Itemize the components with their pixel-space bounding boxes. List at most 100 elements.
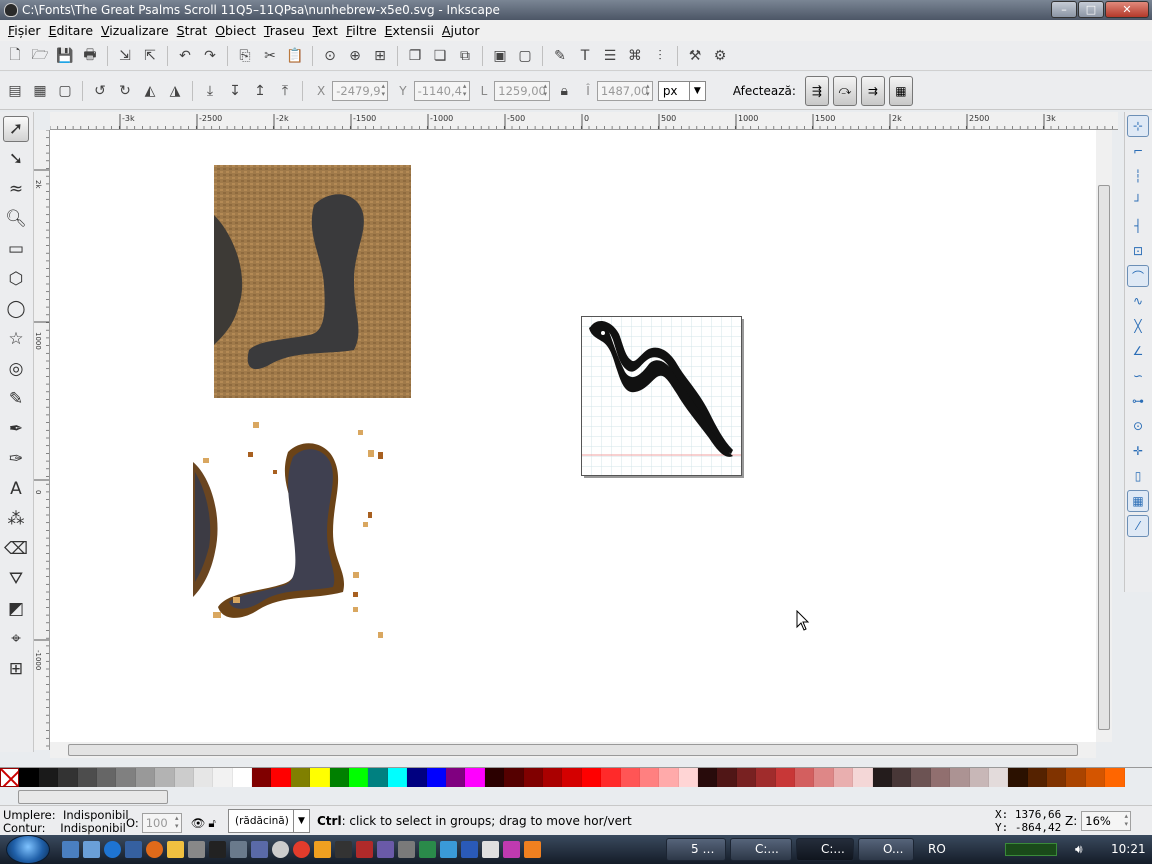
- open-icon[interactable]: 🗁: [29, 45, 51, 67]
- raise-icon[interactable]: ↥: [249, 80, 271, 102]
- gradient-tool-icon[interactable]: ◩: [3, 596, 29, 622]
- folder-icon[interactable]: [167, 841, 184, 858]
- group-icon[interactable]: ▣: [489, 45, 511, 67]
- paste-icon[interactable]: 📋: [284, 45, 306, 67]
- color-swatch[interactable]: [833, 768, 854, 787]
- spiral-tool-icon[interactable]: ◎: [3, 356, 29, 382]
- zoom-selection-icon[interactable]: ⊙: [319, 45, 341, 67]
- flip-horizontal-icon[interactable]: ◭: [139, 80, 161, 102]
- color-swatch[interactable]: [135, 768, 156, 787]
- color-swatch[interactable]: [349, 768, 369, 787]
- height-input[interactable]: 1487,00: [596, 80, 653, 101]
- snap-bbox-edge-icon[interactable]: ┆: [1127, 165, 1149, 187]
- affect-gradients-button[interactable]: ⇉: [860, 75, 885, 106]
- color-swatch[interactable]: [465, 768, 485, 787]
- horizontal-ruler[interactable]: -3k -2500 -2k -1500 -1000 -500 0 500 1000 1500 2k 2…: [50, 112, 1118, 130]
- color-swatch[interactable]: [271, 768, 291, 787]
- menu-item[interactable]: Obiect: [211, 20, 260, 41]
- duplicate-icon[interactable]: ❐: [404, 45, 426, 67]
- color-swatch[interactable]: [911, 768, 931, 787]
- color-swatch[interactable]: [717, 768, 737, 787]
- zoom-input[interactable]: 16%: [1081, 811, 1132, 831]
- redo-icon[interactable]: ↷: [199, 45, 221, 67]
- printer-icon[interactable]: [398, 841, 415, 858]
- spray-tool-icon[interactable]: ⁂: [3, 506, 29, 532]
- new-icon[interactable]: 🗋: [4, 45, 26, 67]
- volume-icon[interactable]: 🔊︎: [1075, 835, 1083, 864]
- color-swatch[interactable]: [1008, 768, 1028, 787]
- maximize-button[interactable]: □: [1078, 1, 1104, 18]
- cpu-meter-icon[interactable]: [1005, 843, 1057, 856]
- color-swatch[interactable]: [77, 768, 97, 787]
- layer-lock-icon[interactable]: 🔓︎: [208, 816, 215, 831]
- color-swatch[interactable]: [1066, 768, 1086, 787]
- color-swatch[interactable]: [426, 768, 446, 787]
- inkscape-quicklaunch-icon[interactable]: [335, 841, 352, 858]
- snap-cusp-icon[interactable]: ∠: [1127, 340, 1149, 362]
- layers-icon[interactable]: ☰: [599, 45, 621, 67]
- raise-to-top-icon[interactable]: ⤒: [274, 80, 296, 102]
- color-swatch[interactable]: [523, 768, 543, 787]
- window-titlebar[interactable]: C:\Fonts\The Great Psalms Scroll 11Q5–11…: [0, 0, 1152, 20]
- export-icon[interactable]: ⇱: [139, 45, 161, 67]
- align-icon[interactable]: ⫶: [649, 45, 671, 67]
- color-swatch[interactable]: [950, 768, 970, 787]
- select-all-icon[interactable]: ▤: [4, 80, 26, 102]
- snap-paths-icon[interactable]: ∿: [1127, 290, 1149, 312]
- color-swatch[interactable]: [1105, 768, 1125, 787]
- color-swatch[interactable]: [988, 768, 1009, 787]
- snap-smooth-icon[interactable]: ∽: [1127, 365, 1149, 387]
- horizontal-scrollbar[interactable]: [50, 742, 1096, 758]
- pen-tool-icon[interactable]: ✒: [3, 416, 29, 442]
- vertical-scrollbar[interactable]: [1096, 130, 1112, 742]
- color-swatch[interactable]: [891, 768, 912, 787]
- color-swatch[interactable]: [639, 768, 660, 787]
- menu-item[interactable]: Strat: [173, 20, 212, 41]
- print-icon[interactable]: 🖶: [79, 45, 101, 67]
- snap-midpoint-icon[interactable]: ⊶: [1127, 390, 1149, 412]
- select-all-layers-icon[interactable]: ▦: [29, 80, 51, 102]
- color-swatch[interactable]: [775, 768, 796, 787]
- color-swatch[interactable]: [174, 768, 194, 787]
- copy-icon[interactable]: ⎘: [234, 45, 256, 67]
- firefox-icon[interactable]: [146, 841, 163, 858]
- network-icon[interactable]: [419, 841, 436, 858]
- cut-icon[interactable]: ✂: [259, 45, 281, 67]
- glyph-page[interactable]: [581, 316, 744, 478]
- layer-select[interactable]: (rădăcină) ▼: [228, 809, 310, 833]
- menu-item[interactable]: Filtre: [342, 20, 381, 41]
- dropper-tool-icon[interactable]: ⌖: [3, 626, 29, 652]
- ellipse-tool-icon[interactable]: ◯: [3, 296, 29, 322]
- fill-stroke-indicator[interactable]: Umplere: Indisponibil Contur: Indisponib…: [3, 809, 129, 835]
- snap-toggle-icon[interactable]: ⊹: [1127, 115, 1149, 137]
- opacity-input[interactable]: 100: [141, 813, 182, 833]
- preferences-icon[interactable]: ⚒: [684, 45, 706, 67]
- node-tool-icon[interactable]: ➘: [3, 146, 29, 172]
- command-prompt-icon[interactable]: [209, 841, 226, 858]
- chrome-icon[interactable]: [293, 841, 310, 858]
- color-swatch[interactable]: [581, 768, 602, 787]
- calculator-icon[interactable]: [230, 841, 247, 858]
- window-switcher-icon[interactable]: [83, 841, 100, 858]
- color-swatch[interactable]: [872, 768, 892, 787]
- color-swatch[interactable]: [213, 768, 233, 787]
- width-input[interactable]: 1259,00: [494, 80, 551, 101]
- color-swatch[interactable]: [756, 768, 776, 787]
- color-swatch[interactable]: [601, 768, 621, 787]
- affect-rounded-corners-button[interactable]: ⤼: [832, 75, 857, 106]
- color-swatch[interactable]: [387, 768, 408, 787]
- close-button[interactable]: ✕: [1105, 1, 1149, 18]
- color-swatch[interactable]: [930, 768, 951, 787]
- snap-center-icon[interactable]: ⊙: [1127, 415, 1149, 437]
- ungroup-icon[interactable]: ▢: [514, 45, 536, 67]
- control-panel-icon[interactable]: [188, 841, 205, 858]
- unlink-clone-icon[interactable]: ⧉: [454, 45, 476, 67]
- color-swatch[interactable]: [484, 768, 505, 787]
- y-input[interactable]: -1140,4: [413, 80, 470, 101]
- paint-bucket-tool-icon[interactable]: ⛛: [3, 566, 29, 592]
- media-center-icon[interactable]: [125, 841, 142, 858]
- start-button[interactable]: [6, 835, 50, 864]
- media-player-icon[interactable]: [314, 841, 331, 858]
- dropbox-icon[interactable]: [440, 841, 457, 858]
- horizontal-scroll-thumb[interactable]: [68, 744, 1078, 756]
